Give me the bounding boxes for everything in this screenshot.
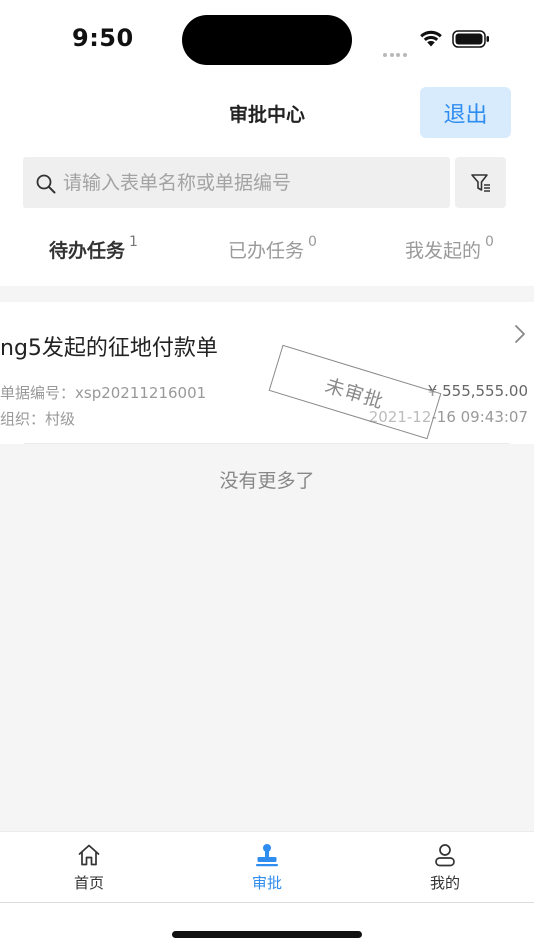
logout-button[interactable]: 退出 — [420, 87, 511, 138]
divider — [24, 443, 510, 444]
search-row — [0, 146, 534, 214]
item-organization: 组织：村级 — [0, 410, 76, 428]
search-box[interactable] — [23, 157, 450, 208]
task-tabs: 待办任务 1 已办任务 0 我发起的 0 — [0, 214, 534, 286]
wifi-icon — [420, 30, 442, 47]
user-icon — [435, 844, 455, 867]
home-indicator[interactable] — [172, 931, 362, 938]
tab-pending-label: 待办任务 — [49, 240, 126, 262]
tab-pending-count: 1 — [129, 233, 138, 250]
home-indicator-area — [0, 903, 534, 950]
tabbar-home-label: 首页 — [73, 874, 104, 892]
tabbar-approval-label: 审批 — [251, 874, 282, 892]
status-stamp: 未审批 — [268, 344, 442, 440]
tab-initiated[interactable]: 我发起的 0 — [405, 233, 494, 263]
nav-bar: 审批中心 退出 — [0, 80, 534, 146]
search-input[interactable] — [63, 157, 443, 208]
list-item[interactable]: ng5发起的征地付款单 单据编号：xsp20211216001 组织：村级 ¥ … — [0, 302, 534, 444]
item-amount: ¥ 555,555.00 — [427, 382, 528, 400]
tab-done-label: 已办任务 — [228, 240, 305, 262]
tabbar-mine[interactable]: 我的 — [395, 842, 495, 893]
chevron-right-icon — [515, 325, 525, 343]
tab-done[interactable]: 已办任务 0 — [228, 233, 317, 263]
filter-icon — [470, 173, 490, 192]
dynamic-island — [182, 15, 352, 65]
list-end-text: 没有更多了 — [219, 470, 315, 492]
tabbar-mine-label: 我的 — [429, 874, 460, 892]
cellular-signal-icon — [383, 42, 409, 57]
tab-done-count: 0 — [308, 233, 317, 250]
tabbar-home[interactable]: 首页 — [39, 842, 139, 893]
tab-initiated-label: 我发起的 — [405, 240, 482, 262]
filter-button[interactable] — [455, 157, 506, 208]
item-doc-number: 单据编号：xsp20211216001 — [0, 384, 207, 402]
search-icon — [36, 174, 56, 194]
tab-pending[interactable]: 待办任务 1 — [49, 233, 138, 263]
bottom-tab-bar: 首页 审批 我的 — [0, 831, 534, 903]
tab-initiated-count: 0 — [485, 233, 494, 250]
status-time: 9:50 — [72, 24, 134, 52]
home-icon — [78, 844, 100, 866]
stamp-icon — [256, 844, 278, 867]
tabbar-approval[interactable]: 审批 — [217, 842, 317, 893]
battery-icon — [452, 30, 489, 48]
status-bar: 9:50 — [0, 0, 534, 80]
screen: 9:50 审批中心 退出 请输入表单名称或单据编号 待办任务 1 已办任务 0 … — [0, 0, 534, 950]
item-title: ng5发起的征地付款单 — [0, 336, 218, 361]
